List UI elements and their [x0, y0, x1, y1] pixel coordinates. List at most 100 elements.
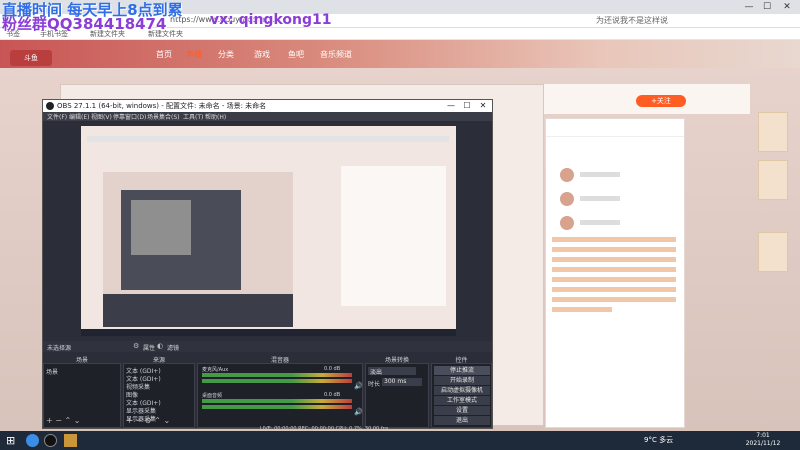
obs-preview[interactable] — [43, 121, 492, 341]
clock-date: 2021/11/12 — [745, 440, 781, 447]
filters-button[interactable]: 滤镜 — [167, 343, 179, 352]
site-logo[interactable]: 斗鱼 — [10, 50, 52, 66]
minimize-icon[interactable]: — — [742, 1, 756, 13]
start-recording-button[interactable]: 开始录制 — [434, 376, 490, 385]
menu-file[interactable]: 文件(F) — [47, 112, 67, 121]
transition-duration-input[interactable]: 300 ms — [382, 378, 422, 386]
transitions-dock: 淡出 时长 300 ms — [365, 363, 429, 428]
browser-search-hint[interactable]: 为还说我不是这样说 — [596, 15, 668, 26]
follow-button[interactable]: +关注 — [636, 95, 686, 107]
windows-start-icon[interactable]: ⊞ — [6, 434, 19, 447]
audio-meter — [202, 373, 352, 377]
virtual-camera-button[interactable]: 启动虚拟摄像机 — [434, 386, 490, 395]
stop-streaming-button[interactable]: 停止推流 — [434, 366, 490, 375]
menu-view[interactable]: 视图(V) — [91, 112, 112, 121]
close-icon[interactable]: ✕ — [477, 100, 489, 112]
scenes-toolbar[interactable]: + − ⌃ ⌄ — [46, 416, 80, 425]
properties-button[interactable]: 属性 — [143, 343, 155, 352]
maximize-icon[interactable]: ☐ — [760, 1, 774, 13]
overlay-qq-group-text: 粉丝群QQ384418474 — [2, 15, 167, 33]
controls-dock: 停止推流 开始录制 启动虚拟摄像机 工作室模式 设置 退出 — [431, 363, 492, 428]
rail-card[interactable] — [758, 112, 788, 152]
preview-capture — [81, 126, 456, 336]
nav-item-active[interactable]: 直播 — [186, 49, 202, 60]
clock[interactable]: 7:01 2021/11/12 — [745, 432, 781, 448]
chat-text — [580, 196, 620, 201]
mixer-channel-db: 0.0 dB — [324, 392, 341, 398]
sources-dock-title: 来源 — [152, 357, 165, 364]
nav-item[interactable]: 音乐频道 — [320, 49, 352, 60]
preview-nested-capture — [131, 200, 191, 255]
menu-edit[interactable]: 编辑(E) — [69, 112, 89, 121]
rail-card[interactable] — [758, 232, 788, 272]
sources-dock: 文本 (GDI+) 文本 (GDI+) 视频采集 图像 文本 (GDI+) 显示… — [123, 363, 195, 428]
menu-help[interactable]: 帮助(H) — [205, 112, 226, 121]
chat-notice — [552, 237, 678, 337]
scenes-dock: 场景 + − ⌃ ⌄ — [43, 363, 121, 428]
nav-item[interactable]: 首页 — [156, 49, 172, 60]
mixer-channel-name: 麦克风/Aux — [202, 367, 229, 373]
menu-tools[interactable]: 工具(T) — [183, 112, 203, 121]
preview-nested-capture — [121, 190, 241, 290]
chat-panel — [545, 118, 685, 428]
windows-taskbar: ⊞ 9°C 多云 7:01 2021/11/12 — [0, 431, 800, 450]
obs-window-title: OBS 27.1.1 (64-bit, windows) - 配置文件: 未命名… — [57, 102, 267, 110]
transition-select[interactable]: 淡出 — [368, 367, 416, 376]
mixer-channel-name: 桌面音频 — [202, 393, 223, 399]
obs-window: OBS 27.1.1 (64-bit, windows) - 配置文件: 未命名… — [42, 99, 493, 429]
avatar — [560, 216, 574, 230]
preview-nested-capture — [103, 172, 293, 294]
obs-logo-icon — [46, 102, 54, 110]
avatar — [560, 192, 574, 206]
exit-button[interactable]: 退出 — [434, 416, 490, 425]
folder-taskbar-icon[interactable] — [64, 434, 77, 447]
chat-row — [552, 189, 678, 211]
minimize-icon[interactable]: — — [445, 100, 457, 112]
nav-item[interactable]: 分类 — [218, 49, 234, 60]
rail-card[interactable] — [758, 160, 788, 200]
no-source-label: 未选择源 — [47, 345, 72, 352]
preview-browser-bar — [87, 136, 449, 142]
transitions-dock-title: 场景转换 — [384, 357, 409, 364]
preview-chat — [341, 166, 446, 306]
maximize-icon[interactable]: ☐ — [461, 100, 473, 112]
preview-taskbar — [81, 329, 456, 336]
settings-button[interactable]: 设置 — [434, 406, 490, 415]
audio-meter — [202, 405, 352, 409]
audio-meter — [202, 399, 352, 403]
chat-header — [546, 119, 684, 137]
right-rail — [752, 112, 792, 412]
filter-icon[interactable]: ◐ — [157, 342, 163, 350]
browser-taskbar-icon[interactable] — [26, 434, 39, 447]
menu-scene-collection[interactable]: 场景集合(S) — [147, 112, 180, 121]
obs-docks: 未选择源 ⚙ 属性 ◐ 滤镜 场景 场景 + − ⌃ ⌄ 来源 文本 (GDI+… — [43, 341, 492, 428]
mixer-dock: 麦克风/Aux 0.0 dB 桌面音频 0.0 dB 🔊 🔊 — [197, 363, 363, 428]
gear-icon[interactable]: ⚙ — [133, 342, 139, 350]
clock-time: 7:01 — [756, 432, 770, 439]
speaker-icon[interactable]: 🔊 — [354, 408, 363, 416]
weather-widget[interactable]: 9°C 多云 — [644, 435, 673, 445]
preview-stream — [103, 172, 293, 327]
controls-dock-title: 控件 — [455, 357, 468, 364]
mixer-dock-title: 混音器 — [270, 357, 289, 364]
site-header: 斗鱼 首页 直播 分类 游戏 鱼吧 音乐频道 — [0, 40, 800, 68]
chat-row — [552, 213, 678, 235]
obs-taskbar-icon[interactable] — [44, 434, 57, 447]
nav-item[interactable]: 鱼吧 — [288, 49, 304, 60]
studio-mode-button[interactable]: 工作室模式 — [434, 396, 490, 405]
source-toolbar: 未选择源 ⚙ 属性 ◐ 滤镜 — [43, 341, 492, 352]
obs-title-bar[interactable]: OBS 27.1.1 (64-bit, windows) - 配置文件: 未命名… — [43, 100, 492, 112]
menu-docks[interactable]: 停靠窗口(D) — [113, 112, 146, 121]
mixer-channel-db: 0.0 dB — [324, 366, 341, 372]
sources-toolbar[interactable]: + − ⚙ ⌃ ⌄ — [126, 416, 170, 425]
audio-meter — [202, 379, 352, 383]
obs-menu-bar: 文件(F) 编辑(E) 视图(V) 停靠窗口(D) 场景集合(S) 工具(T) … — [43, 112, 492, 121]
close-icon[interactable]: ✕ — [780, 1, 794, 13]
chat-row — [552, 165, 678, 187]
transition-duration-label: 时长 — [368, 381, 381, 388]
scene-item[interactable]: 场景 — [46, 367, 58, 376]
overlay-wechat-text: vx: qingkong11 — [210, 12, 332, 28]
nav-item[interactable]: 游戏 — [254, 49, 270, 60]
chat-text — [580, 220, 620, 225]
speaker-icon[interactable]: 🔊 — [354, 382, 363, 390]
